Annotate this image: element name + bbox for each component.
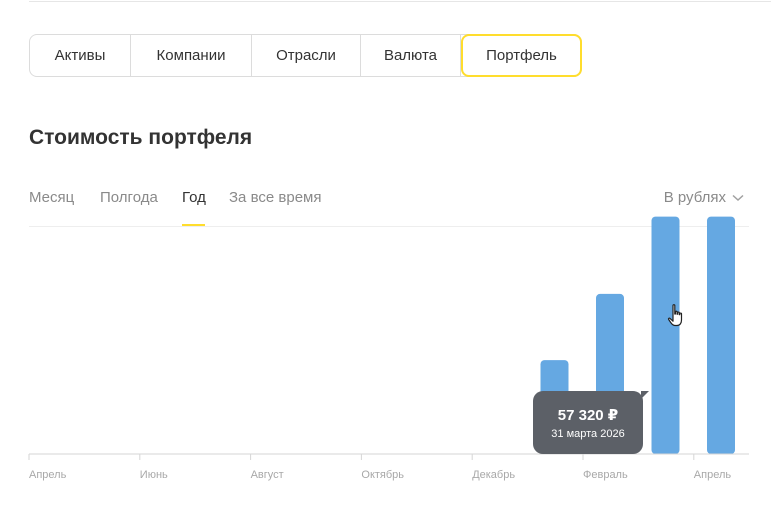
x-axis-ticks: Апрель Июнь Август Октябрь Декабрь Февраль Апр… <box>28 454 732 481</box>
x-tick-label: Февраль <box>583 469 628 481</box>
x-tick-label: Август <box>251 469 284 481</box>
tooltip-value: 57 320 ₽ <box>557 407 619 424</box>
bar-Мар[interactable] <box>651 216 680 454</box>
x-tick-label: Декабрь <box>472 469 515 481</box>
period-tab-year[interactable]: Год <box>182 189 206 206</box>
bar-Апр[interactable] <box>707 216 735 454</box>
tab-assets[interactable]: Активы <box>30 35 131 76</box>
period-tab-half-year[interactable]: Полгода <box>100 189 158 206</box>
x-tick-label: Июнь <box>140 469 168 481</box>
currency-select[interactable]: В рублях <box>664 189 744 206</box>
x-tick-label: Апрель <box>29 469 67 481</box>
tooltip-date: 31 марта 2026 <box>551 428 625 440</box>
tab-currency[interactable]: Валюта <box>361 35 461 76</box>
currency-select-label: В рублях <box>663 189 726 206</box>
hand-pointer-icon <box>667 304 683 327</box>
period-tab-all-time[interactable]: За все время <box>229 189 321 206</box>
chart-tooltip: 57 320 ₽ 31 марта 2026 <box>533 391 649 454</box>
tab-portfolio[interactable]: Портфель <box>461 34 582 77</box>
chevron-down-icon <box>732 194 744 201</box>
tab-companies[interactable]: Компании <box>131 35 252 76</box>
section-title: Стоимость портфеля <box>29 126 253 149</box>
period-tabs-divider <box>29 226 749 227</box>
tab-sectors[interactable]: Отрасли <box>252 35 361 76</box>
x-tick-label: Апрель <box>694 469 732 481</box>
x-tick-label: Октябрь <box>361 469 404 481</box>
period-tab-month[interactable]: Месяц <box>29 189 74 206</box>
top-divider <box>29 1 771 2</box>
view-tabs: Активы Компании Отрасли Валюта Портфель <box>29 34 582 77</box>
